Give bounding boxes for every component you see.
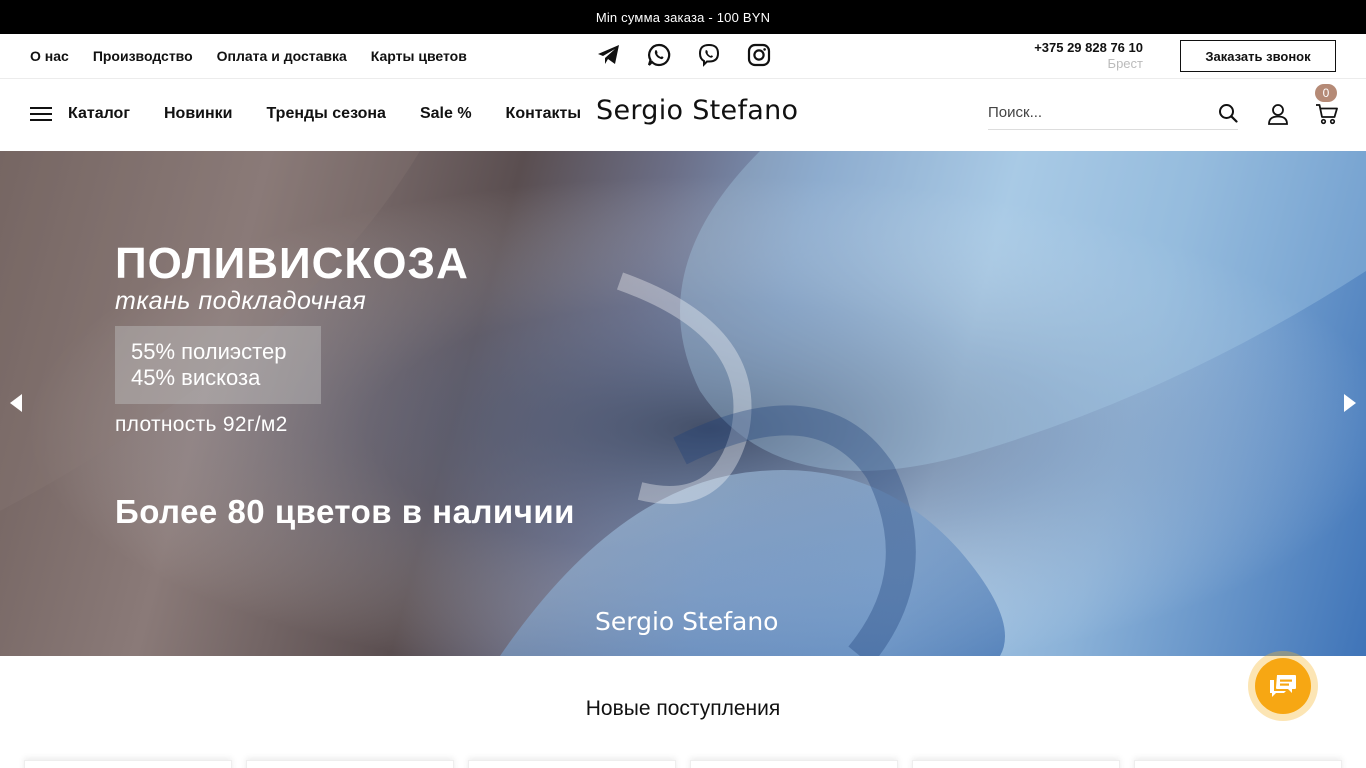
phone-link[interactable]: +375 29 828 76 10 (1034, 40, 1143, 55)
hero-banner[interactable]: ПОЛИВИСКОЗА ткань подкладочная 55% полиэ… (0, 151, 1366, 656)
hero-density: плотность 92г/м2 (115, 413, 288, 436)
composition-box: 55% полиэстер 45% вискоза (115, 326, 321, 404)
product-card[interactable] (1134, 760, 1342, 768)
contact-info: +375 29 828 76 10 Брест (1034, 40, 1143, 71)
city-label: Брест (1107, 56, 1143, 71)
nav-link-trends[interactable]: Тренды сезона (267, 105, 386, 123)
nav-link-payment-delivery[interactable]: Оплата и доставка (217, 48, 347, 64)
nav-link-color-cards[interactable]: Карты цветов (371, 48, 467, 64)
hero-title: ПОЛИВИСКОЗА (115, 239, 469, 288)
whatsapp-icon[interactable] (646, 42, 671, 67)
chat-button[interactable] (1248, 651, 1318, 721)
search-icon[interactable] (1218, 103, 1238, 123)
search-input[interactable] (988, 97, 1208, 127)
hamburger-icon[interactable] (30, 107, 52, 121)
chat-icon (1255, 658, 1311, 714)
viber-icon[interactable] (696, 42, 721, 67)
instagram-icon[interactable] (746, 42, 771, 67)
utility-links: О нас Производство Оплата и доставка Кар… (30, 34, 467, 78)
product-card[interactable] (690, 760, 898, 768)
social-links (596, 42, 771, 67)
product-card[interactable] (468, 760, 676, 768)
main-nav: Каталог Новинки Тренды сезона Sale % Кон… (0, 79, 1366, 151)
utility-nav: О нас Производство Оплата и доставка Кар… (0, 34, 1366, 79)
product-card[interactable] (24, 760, 232, 768)
cart-count-badge: 0 (1315, 84, 1337, 102)
nav-link-contacts[interactable]: Контакты (506, 105, 581, 123)
slider-prev-icon[interactable] (6, 391, 26, 415)
cart-icon[interactable] (1315, 102, 1339, 126)
nav-link-about[interactable]: О нас (30, 48, 69, 64)
hero-brand: Sergio Stefano (595, 607, 779, 636)
slider-next-icon[interactable] (1340, 391, 1360, 415)
telegram-icon[interactable] (596, 42, 621, 67)
nav-link-catalog[interactable]: Каталог (68, 105, 130, 123)
nav-link-production[interactable]: Производство (93, 48, 193, 64)
product-card[interactable] (912, 760, 1120, 768)
callback-button[interactable]: Заказать звонок (1180, 40, 1336, 72)
search-box (988, 97, 1238, 130)
main-links: Каталог Новинки Тренды сезона Sale % Кон… (68, 79, 615, 149)
promo-text: Min сумма заказа - 100 BYN (595, 9, 771, 25)
section-title: Новые поступления (585, 697, 781, 720)
product-cards (24, 760, 1342, 768)
product-card[interactable] (246, 760, 454, 768)
hero-subtitle: ткань подкладочная (115, 287, 367, 315)
site-logo[interactable]: Sergio Stefano (596, 95, 798, 126)
composition-line: 45% вискоза (131, 365, 261, 390)
hero-tagline: Более 80 цветов в наличии (115, 493, 575, 530)
promo-bar: Min сумма заказа - 100 BYN (0, 0, 1366, 34)
nav-link-sale[interactable]: Sale % (420, 105, 472, 123)
composition-line: 55% полиэстер (131, 339, 287, 364)
user-icon[interactable] (1267, 103, 1289, 125)
nav-link-new[interactable]: Новинки (164, 105, 233, 123)
